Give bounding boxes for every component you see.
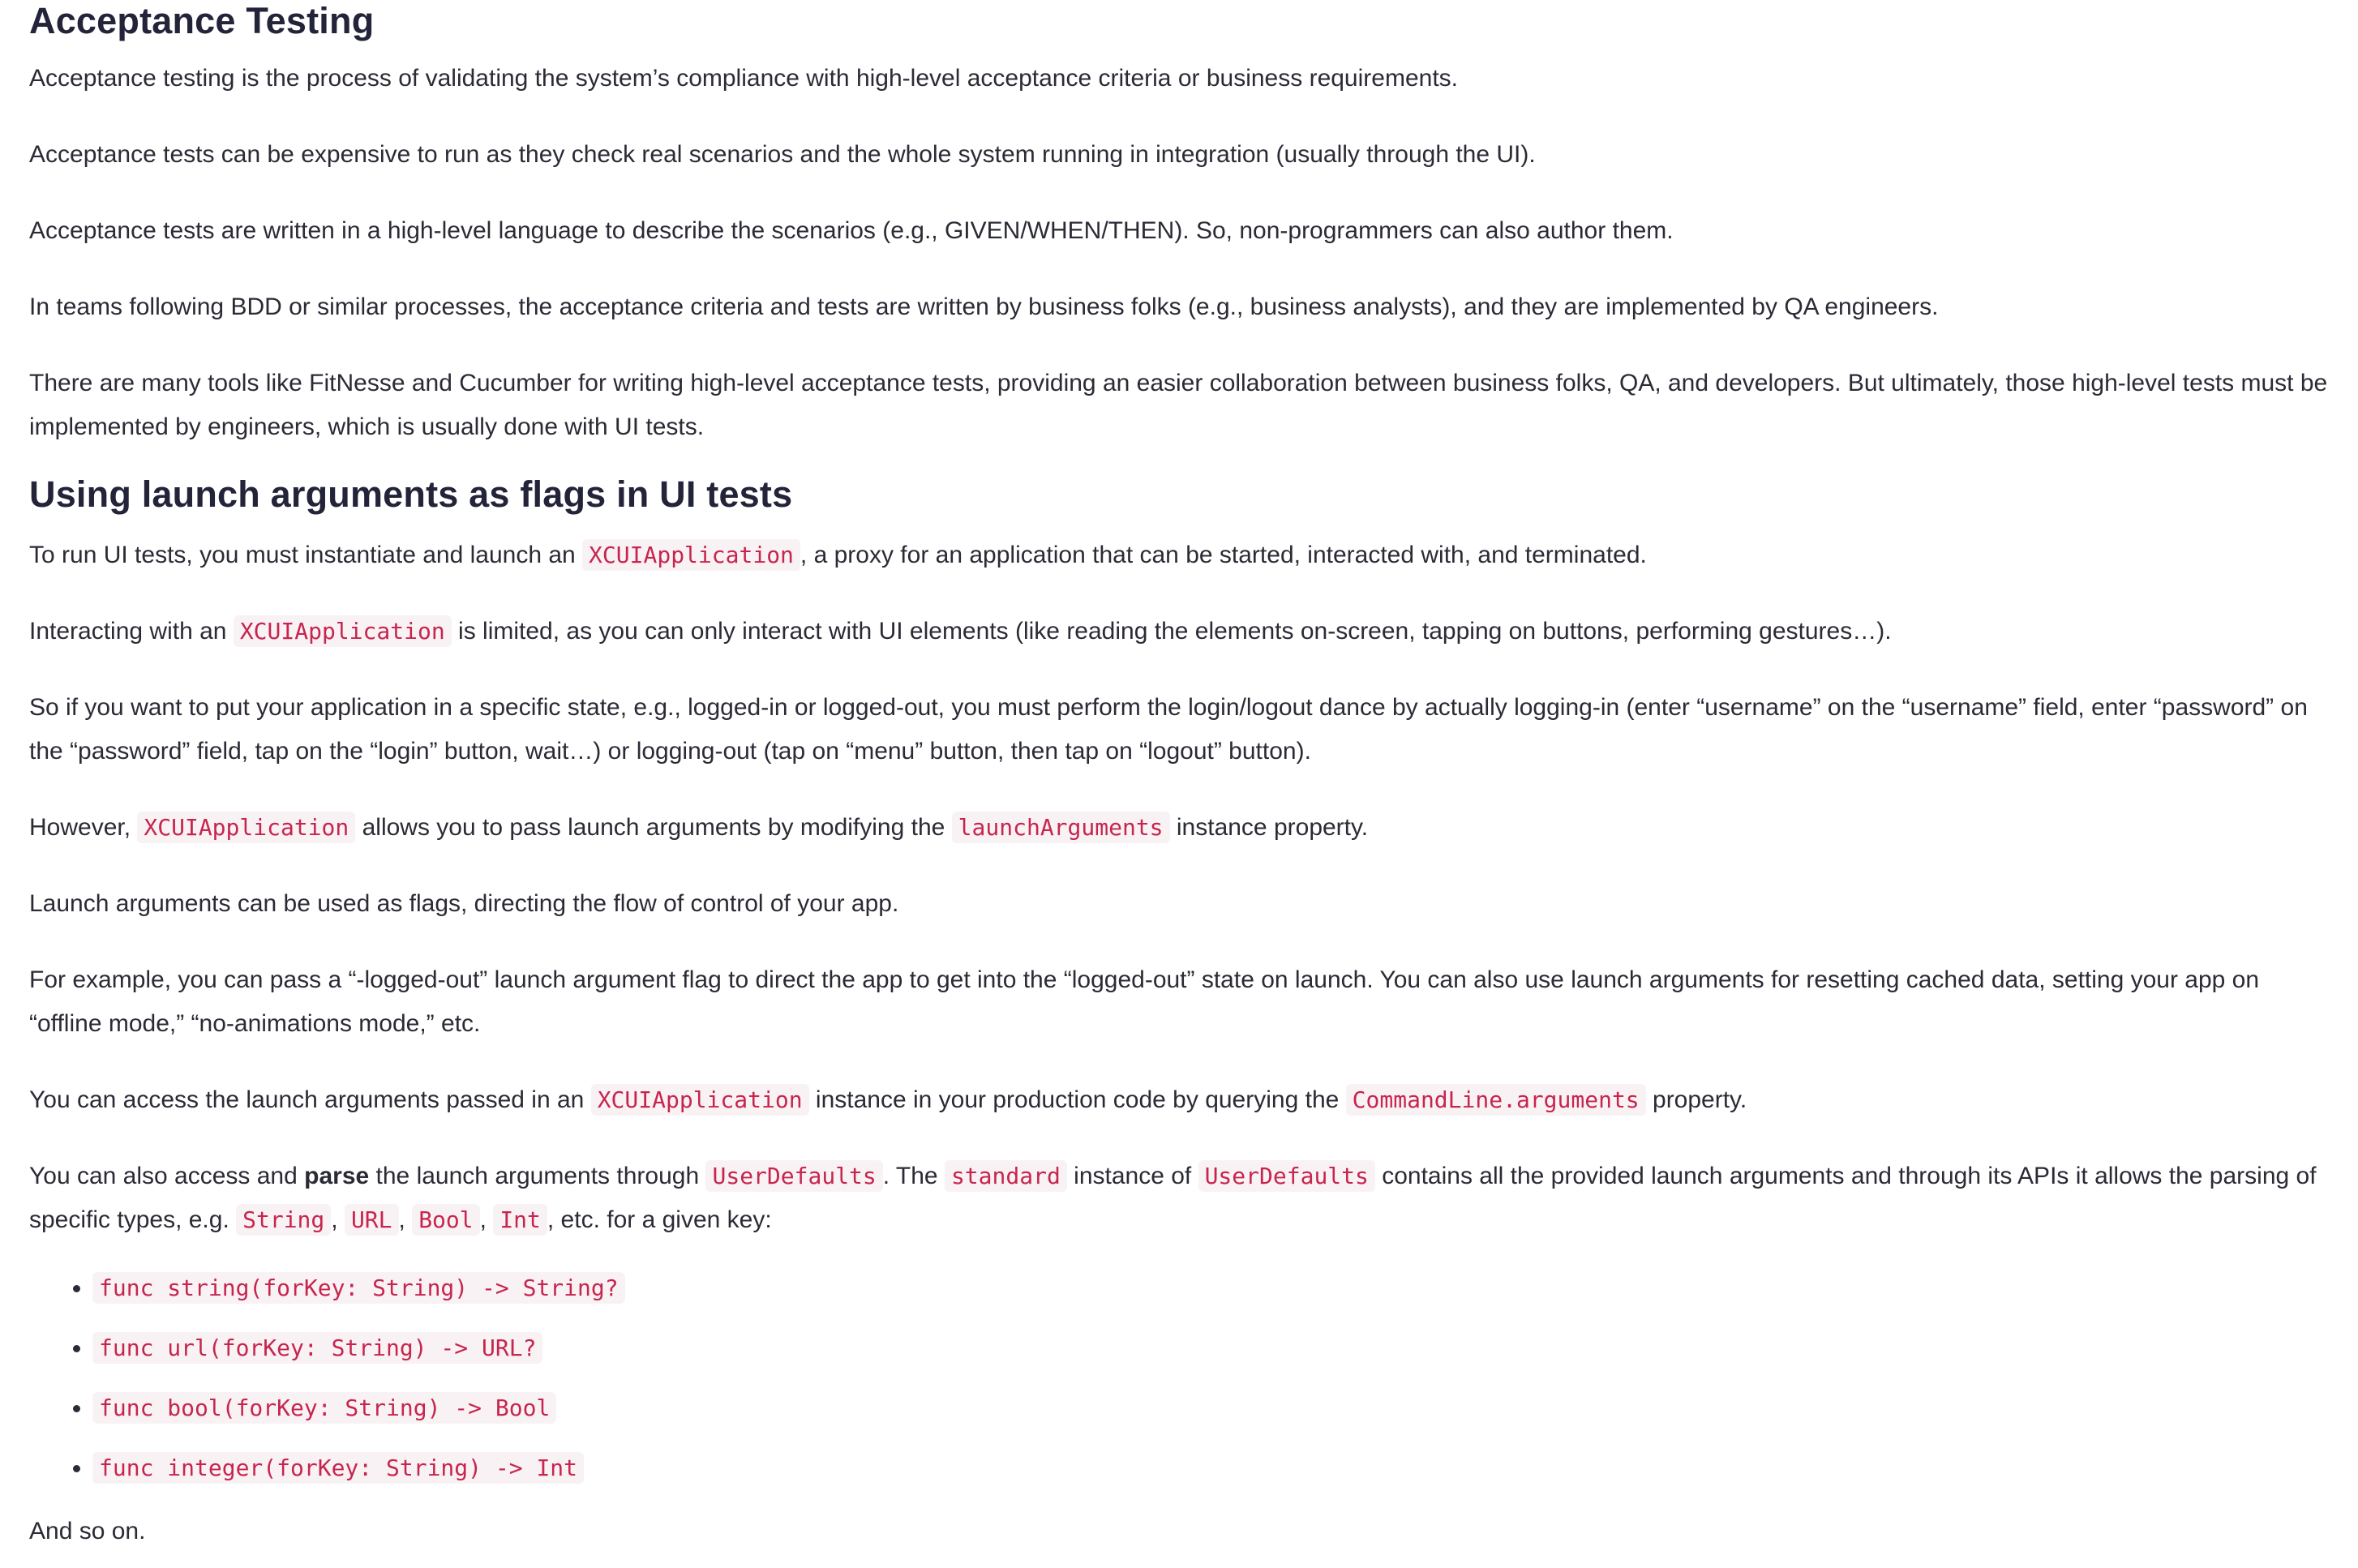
api-list: func string(forKey: String) -> String? f… <box>29 1266 2329 1490</box>
paragraph: Launch arguments can be used as flags, d… <box>29 890 899 917</box>
inline-code: XCUIApplication <box>233 615 452 647</box>
paragraph: In teams following BDD or similar proces… <box>29 293 1939 320</box>
paragraph: Acceptance tests are written in a high-l… <box>29 217 1674 244</box>
text: the launch arguments through <box>369 1163 706 1189</box>
text: You can also access and <box>29 1163 305 1189</box>
text: allows you to pass launch arguments by m… <box>355 814 952 841</box>
inline-code: func integer(forKey: String) -> Int <box>92 1452 585 1484</box>
text: However, <box>29 814 138 841</box>
list-item: func string(forKey: String) -> String? <box>92 1266 2329 1310</box>
inline-code: func url(forKey: String) -> URL? <box>92 1332 543 1364</box>
paragraph: Acceptance tests can be expensive to run… <box>29 141 1536 168</box>
paragraph: For example, you can pass a “-logged-out… <box>29 966 2260 1037</box>
article: Acceptance Testing Acceptance testing is… <box>0 0 2358 1568</box>
paragraph: You can access the launch arguments pass… <box>29 1078 2329 1122</box>
text: instance of <box>1066 1163 1198 1189</box>
paragraph: However, XCUIApplication allows you to p… <box>29 806 2329 850</box>
inline-code: func string(forKey: String) -> String? <box>92 1272 625 1304</box>
section-heading-launch-arguments: Using launch arguments as flags in UI te… <box>29 473 793 515</box>
text: Interacting with an <box>29 618 234 645</box>
inline-code: CommandLine.arguments <box>1345 1084 1646 1116</box>
inline-code: XCUIApplication <box>137 812 356 843</box>
inline-code: UserDefaults <box>705 1160 883 1192</box>
text: You can access the launch arguments pass… <box>29 1086 591 1113</box>
text: . The <box>882 1163 945 1189</box>
text: , <box>331 1206 345 1233</box>
paragraph: So if you want to put your application i… <box>29 694 2308 765</box>
list-item: func integer(forKey: String) -> Int <box>92 1446 2329 1490</box>
inline-code: launchArguments <box>951 812 1170 843</box>
text: , <box>479 1206 494 1233</box>
inline-code: standard <box>944 1160 1067 1192</box>
text: To run UI tests, you must instantiate an… <box>29 542 583 568</box>
inline-code: URL <box>344 1204 399 1236</box>
text: , etc. for a given key: <box>547 1206 772 1233</box>
list-item: func bool(forKey: String) -> Bool <box>92 1386 2329 1430</box>
paragraph: You can also access and parse the launch… <box>29 1155 2329 1242</box>
inline-code: UserDefaults <box>1198 1160 1375 1192</box>
inline-code: Int <box>493 1204 547 1236</box>
paragraph: And so on. <box>29 1518 146 1544</box>
text: , a proxy for an application that can be… <box>800 542 1647 568</box>
bold-text: parse <box>304 1163 370 1189</box>
text: instance property. <box>1169 814 1369 841</box>
section-heading-acceptance-testing: Acceptance Testing <box>29 0 375 41</box>
paragraph: To run UI tests, you must instantiate an… <box>29 533 2329 577</box>
inline-code: XCUIApplication <box>582 539 800 571</box>
list-item: func url(forKey: String) -> URL? <box>92 1326 2329 1370</box>
text: instance in your production code by quer… <box>808 1086 1346 1113</box>
inline-code: String <box>236 1204 332 1236</box>
paragraph: There are many tools like FitNesse and C… <box>29 370 2328 440</box>
paragraph: Interacting with an XCUIApplication is l… <box>29 610 2329 653</box>
inline-code: Bool <box>412 1204 480 1236</box>
text: is limited, as you can only interact wit… <box>451 618 1892 645</box>
text: , <box>398 1206 413 1233</box>
paragraph: Acceptance testing is the process of val… <box>29 65 1458 92</box>
inline-code: func bool(forKey: String) -> Bool <box>92 1392 557 1424</box>
inline-code: XCUIApplication <box>590 1084 809 1116</box>
text: property. <box>1645 1086 1747 1113</box>
